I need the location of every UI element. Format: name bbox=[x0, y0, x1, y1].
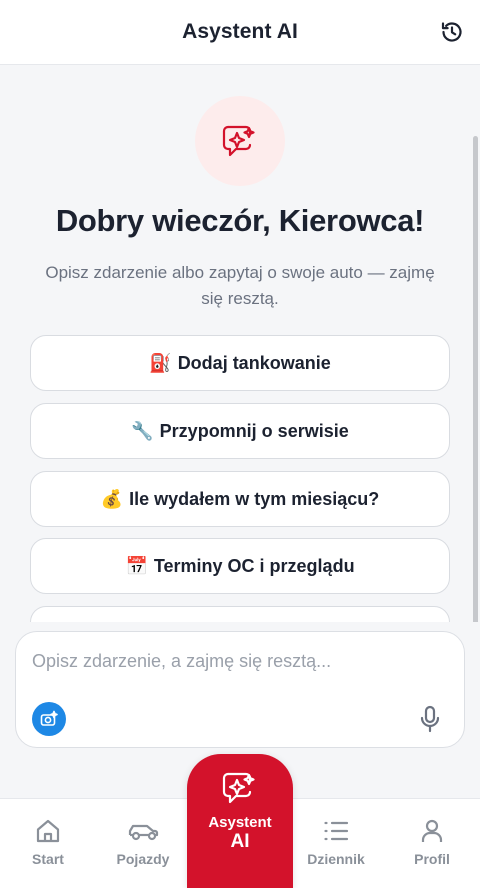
nav-assistant-label-line1: Asystent bbox=[208, 814, 272, 831]
suggestion-insurance-inspection[interactable]: 📅 Terminy OC i przeglądu bbox=[30, 538, 450, 594]
microphone-icon bbox=[420, 705, 440, 733]
nav-start-label: Start bbox=[32, 851, 64, 867]
greeting-subtitle: Opisz zdarzenie albo zapytaj o swoje aut… bbox=[45, 263, 435, 308]
top-bar: Asystent AI bbox=[0, 0, 480, 65]
suggestion-monthly-spending[interactable]: 💰 Ile wydałem w tym miesiącu? bbox=[30, 471, 450, 527]
nav-journal[interactable]: Dziennik bbox=[288, 817, 384, 873]
history-button[interactable] bbox=[438, 18, 466, 46]
assistant-badge bbox=[195, 96, 285, 186]
nav-profile[interactable]: Profil bbox=[384, 817, 480, 873]
car-icon bbox=[128, 824, 159, 841]
nav-vehicles-label: Pojazdy bbox=[116, 851, 170, 867]
suggestion-label: Dodaj tankowanie bbox=[177, 352, 331, 373]
suggestion-partially-visible[interactable] bbox=[30, 606, 450, 622]
nav-assistant-label-line2: AI bbox=[230, 831, 250, 852]
camera-sparkle-icon bbox=[40, 710, 58, 726]
assistant-screen: Asystent AI Dobry wieczór, Kierowca! Opi… bbox=[0, 0, 480, 888]
chat-content[interactable]: Dobry wieczór, Kierowca! Opisz zdarzenie… bbox=[0, 66, 480, 622]
nav-profile-label: Profil bbox=[414, 851, 450, 867]
wrench-icon: 🔧 bbox=[131, 420, 154, 442]
suggestion-add-refuel[interactable]: ⛽ Dodaj tankowanie bbox=[30, 335, 450, 391]
sparkle-chat-icon bbox=[222, 772, 255, 804]
microphone-button[interactable] bbox=[416, 704, 444, 734]
calendar-icon: 📅 bbox=[125, 555, 148, 577]
message-composer bbox=[15, 631, 465, 748]
suggestion-label: Ile wydałem w tym miesiącu? bbox=[129, 488, 380, 509]
list-icon bbox=[324, 821, 349, 841]
page-title: Asystent AI bbox=[182, 20, 298, 43]
suggestion-label: Przypomnij o serwisie bbox=[159, 420, 349, 441]
scan-receipt-button[interactable] bbox=[32, 702, 66, 736]
history-icon bbox=[441, 22, 462, 42]
nav-assistant-ai[interactable]: Asystent AI bbox=[187, 754, 293, 888]
message-input[interactable] bbox=[32, 646, 442, 676]
fuel-pump-icon: ⛽ bbox=[149, 352, 172, 374]
sparkle-chat-icon bbox=[222, 125, 255, 157]
suggestion-service-reminder[interactable]: 🔧 Przypomnij o serwisie bbox=[30, 403, 450, 459]
nav-vehicles[interactable]: Pojazdy bbox=[95, 817, 191, 873]
scrollbar[interactable] bbox=[473, 136, 478, 622]
greeting-heading: Dobry wieczór, Kierowca! bbox=[55, 203, 425, 238]
nav-journal-label: Dziennik bbox=[307, 851, 365, 867]
nav-start[interactable]: Start bbox=[0, 817, 96, 873]
money-bag-icon: 💰 bbox=[100, 488, 124, 510]
home-icon bbox=[36, 819, 60, 843]
suggestion-label: Terminy OC i przeglądu bbox=[153, 555, 355, 576]
user-icon bbox=[421, 819, 443, 842]
